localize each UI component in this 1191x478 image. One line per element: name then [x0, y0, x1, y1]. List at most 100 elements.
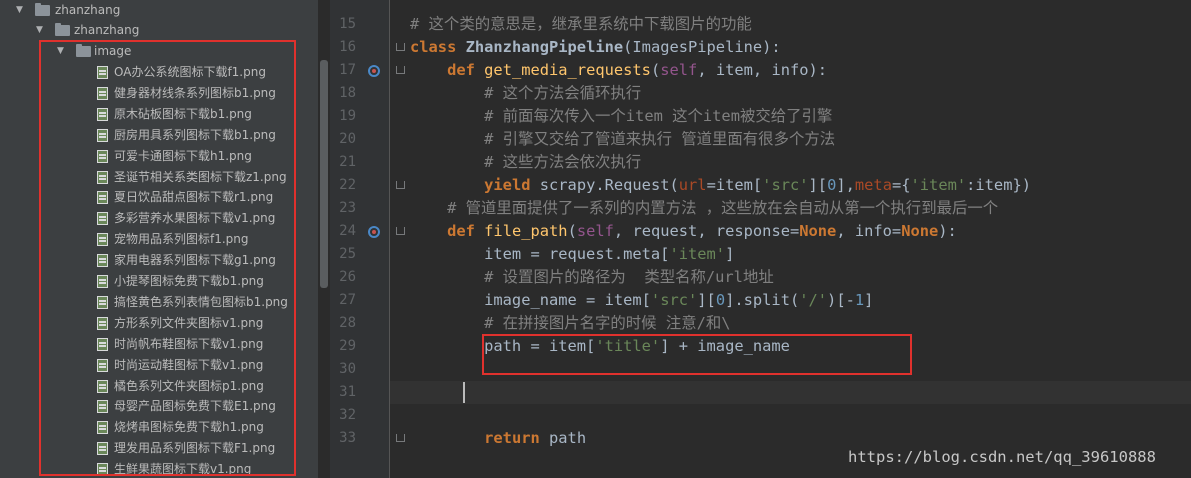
line-number: 27: [339, 292, 356, 308]
override-marker-icon[interactable]: [368, 65, 380, 77]
code-token: 'item': [910, 176, 967, 194]
folder-icon: [55, 23, 70, 36]
code-token: ][: [697, 291, 716, 309]
code-token: path: [549, 429, 587, 447]
code-token: 'src': [650, 291, 698, 309]
code-token: None: [799, 222, 837, 240]
line-number: 20: [339, 131, 356, 147]
code-token: scrapy.Request(: [539, 176, 679, 194]
line-number: 21: [339, 154, 356, 170]
line-number: 26: [339, 269, 356, 285]
folder-icon: [35, 3, 50, 16]
code-token: self: [576, 222, 614, 240]
code-token: yield: [484, 176, 540, 194]
code-token: ={: [891, 176, 911, 194]
code-token: , request, response=: [613, 222, 800, 240]
code-token: , item, info):: [697, 61, 828, 79]
line-number: 22: [339, 177, 356, 193]
code-token: image_name = item[: [410, 291, 651, 309]
expand-arrow-icon[interactable]: ▼: [36, 20, 43, 41]
line-number: 19: [339, 108, 356, 124]
code-line[interactable]: # 引擎又交给了管道来执行 管道里面有很多个方法: [410, 128, 835, 151]
expand-arrow-icon[interactable]: ▼: [16, 0, 23, 21]
code-line[interactable]: class ZhanzhangPipeline(ImagesPipeline):: [410, 36, 781, 59]
code-token: , info=: [836, 222, 902, 240]
override-marker-icon[interactable]: [368, 226, 380, 238]
line-number: 23: [339, 200, 356, 216]
code-token: file_path: [484, 222, 568, 240]
code-line[interactable]: # 这个类的意思是，继承里系统中下载图片的功能: [410, 13, 752, 36]
code-token: 0: [715, 291, 726, 309]
code-line[interactable]: image_name = item['src'][0].split('/')[-…: [410, 289, 873, 312]
line-number: 18: [339, 85, 356, 101]
line-number: 33: [339, 430, 356, 446]
highlight-box-code: [482, 334, 912, 375]
code-line[interactable]: def file_path(self, request, response=No…: [410, 220, 957, 243]
code-token: ][: [808, 176, 828, 194]
code-line[interactable]: # 这些方法会依次执行: [410, 151, 641, 174]
fold-icon[interactable]: [396, 43, 405, 52]
code-line[interactable]: def get_media_requests(self, item, info)…: [410, 59, 827, 82]
current-line-highlight: [390, 381, 1191, 404]
code-token: # 这些方法会依次执行: [410, 153, 642, 171]
code-token: None: [901, 222, 939, 240]
code-token: item = request.meta[: [410, 245, 670, 263]
code-token: (ImagesPipeline):: [623, 38, 781, 56]
fold-icon[interactable]: [396, 434, 405, 443]
code-token: (: [650, 61, 661, 79]
text-caret: [463, 382, 465, 403]
code-token: def: [447, 61, 485, 79]
code-line[interactable]: # 在拼接图片名字的时候 注意/和\: [410, 312, 731, 335]
code-token: 0: [827, 176, 837, 194]
line-number: 30: [339, 361, 356, 377]
code-token: =item[: [706, 176, 763, 194]
code-token: class: [410, 38, 466, 56]
code-token: ].split(: [725, 291, 800, 309]
code-token: # 在拼接图片名字的时候 注意/和\: [410, 314, 731, 332]
line-number: 15: [339, 16, 356, 32]
code-token: 1: [854, 291, 865, 309]
code-line[interactable]: # 前面每次传入一个item 这个item被交给了引擎: [410, 105, 832, 128]
fold-icon[interactable]: [396, 227, 405, 236]
code-token: meta: [854, 176, 892, 194]
line-number: 29: [339, 338, 356, 354]
highlight-box-files: [39, 40, 296, 476]
code-line[interactable]: yield scrapy.Request(url=item['src'][0],…: [410, 174, 1031, 197]
code-line[interactable]: # 管道里面提供了一系列的内置方法 ，这些放在会自动从第一个执行到最后一个: [410, 197, 998, 220]
code-token: # 这个类的意思是，继承里系统中下载图片的功能: [410, 15, 752, 33]
code-token: 'item': [669, 245, 726, 263]
fold-icon[interactable]: [396, 181, 405, 190]
line-number: 25: [339, 246, 356, 262]
code-token: # 设置图片的路径为 类型名称/url地址: [410, 268, 774, 286]
code-token: # 前面每次传入一个item 这个item被交给了引擎: [410, 107, 833, 125]
fold-icon[interactable]: [396, 66, 405, 75]
code-line[interactable]: # 设置图片的路径为 类型名称/url地址: [410, 266, 774, 289]
code-token: ],: [836, 176, 855, 194]
code-token: return: [484, 429, 550, 447]
line-number: 17: [339, 62, 356, 78]
code-line[interactable]: # 这个方法会循环执行: [410, 82, 641, 105]
line-number: 32: [339, 407, 356, 423]
code-token: # 管道里面提供了一系列的内置方法 ，这些放在会自动从第一个执行到最后一个: [410, 199, 999, 217]
line-number: 28: [339, 315, 356, 331]
code-token: # 引擎又交给了管道来执行 管道里面有很多个方法: [410, 130, 836, 148]
code-token: '/': [799, 291, 828, 309]
code-token: 'src': [762, 176, 809, 194]
tree-scrollbar[interactable]: [320, 60, 328, 288]
line-number: 31: [339, 384, 356, 400]
code-token: )[-: [827, 291, 855, 309]
line-number: 24: [339, 223, 356, 239]
tree-root-label: zhanzhang: [55, 3, 121, 17]
line-number: 16: [339, 39, 356, 55]
code-token: def: [447, 222, 485, 240]
code-token: get_media_requests: [484, 61, 651, 79]
code-line[interactable]: item = request.meta['item']: [410, 243, 734, 266]
code-token: self: [660, 61, 698, 79]
code-line[interactable]: return path: [410, 427, 586, 450]
code-token: ZhanzhangPipeline: [465, 38, 624, 56]
tree-package-label: zhanzhang: [74, 23, 140, 37]
code-token: ]: [864, 291, 874, 309]
